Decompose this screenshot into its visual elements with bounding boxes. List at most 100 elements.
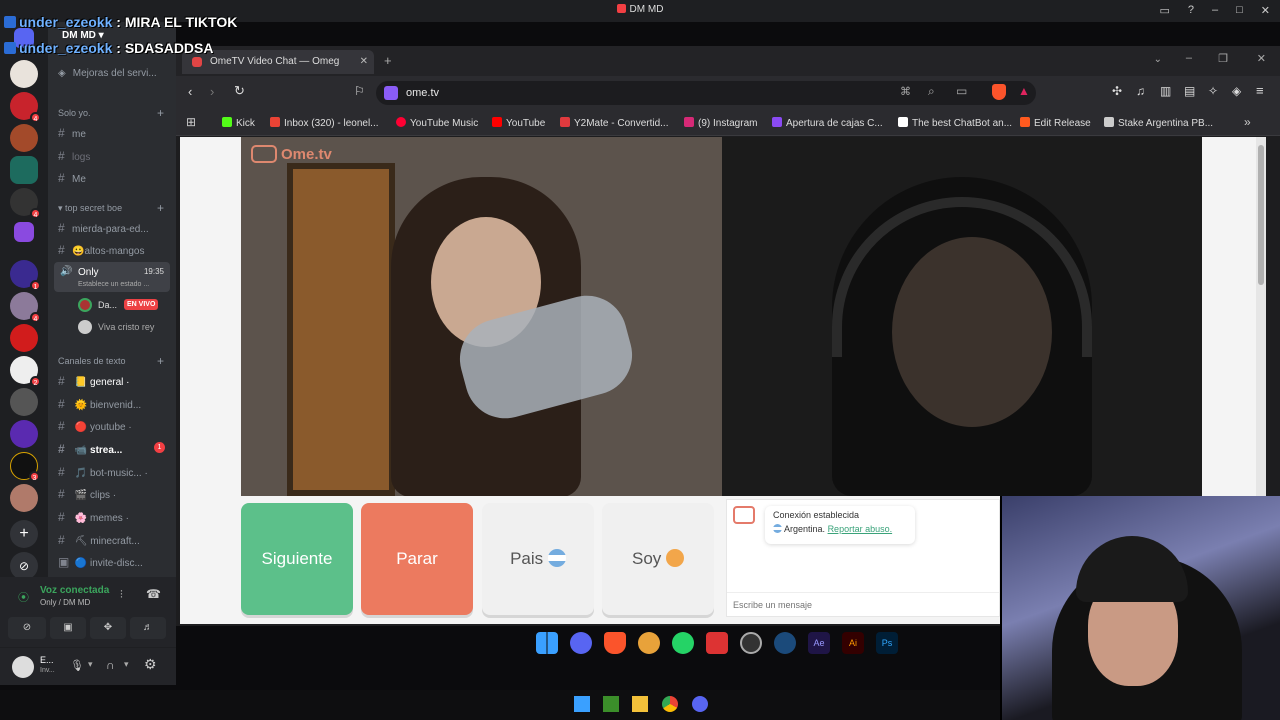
avatar[interactable] [12, 656, 34, 678]
maximize-button[interactable]: □ [1236, 4, 1243, 17]
category-solo[interactable]: Solo yo. [58, 108, 91, 118]
chevron-down-icon[interactable]: ▾ [124, 659, 129, 670]
wallet-icon[interactable]: ▤ [1184, 84, 1195, 98]
windows-start-icon[interactable] [574, 696, 590, 712]
close-button[interactable]: ✕ [1261, 4, 1270, 17]
cast-icon[interactable]: ▭ [956, 84, 967, 98]
bookmark-chatbot[interactable]: The best ChatBot an... [898, 117, 1012, 129]
bookmark-icon[interactable]: ⚐ [354, 84, 365, 98]
server-icon[interactable] [10, 420, 38, 448]
channel-item[interactable]: # 🎬 clips · [58, 487, 116, 501]
inbox-icon[interactable]: ▭ [1159, 4, 1169, 17]
bookmark-gmail[interactable]: Inbox (320) - leonel... [270, 117, 379, 129]
help-icon[interactable]: ? [1188, 4, 1194, 17]
steam-icon[interactable] [774, 632, 796, 654]
server-folder-icon[interactable] [14, 222, 34, 242]
server-icon[interactable] [10, 156, 38, 184]
app-icon[interactable] [638, 632, 660, 654]
gear-icon[interactable]: ⚙ [144, 656, 157, 673]
next-button[interactable]: Siguiente [241, 503, 353, 615]
forward-icon[interactable]: › [210, 84, 214, 99]
minimize-button[interactable]: – [1212, 4, 1218, 17]
xbox-icon[interactable] [603, 696, 619, 712]
server-icon[interactable] [10, 60, 38, 88]
activities-button[interactable]: ✥ [90, 617, 126, 639]
server-icon[interactable]: 1 [10, 260, 41, 291]
bookmark-apertura[interactable]: Apertura de cajas C... [772, 117, 883, 129]
menu-icon[interactable]: ≡ [1256, 83, 1264, 98]
channel-item[interactable]: ▣ 🔵 invite-disc... [58, 555, 143, 569]
whatsapp-icon[interactable] [672, 632, 694, 654]
noise-suppression-icon[interactable]: ⫶ [120, 589, 123, 602]
report-abuse-link[interactable]: Reportar abuso. [828, 524, 893, 534]
voice-channel-only[interactable]: 🔊 Only 19:35 Establece un estado ... [54, 262, 170, 292]
zoom-icon[interactable]: ⌕ [928, 84, 935, 99]
chevron-down-icon[interactable]: ▾ [88, 659, 93, 670]
message-input[interactable] [727, 592, 999, 616]
server-icon[interactable]: 3 [10, 452, 40, 482]
disconnect-icon[interactable]: ☎ [146, 587, 161, 601]
bookmark-youtube-music[interactable]: YouTube Music [396, 117, 478, 129]
extensions-icon[interactable]: ✣ [1112, 84, 1122, 98]
brave-icon[interactable] [604, 632, 626, 654]
channel-item[interactable]: # 🎵 bot-music... · [58, 465, 148, 479]
channel-item[interactable]: # mierda-para-ed... [58, 221, 149, 235]
channel-item[interactable]: # logs [58, 149, 90, 163]
channel-item[interactable]: # me [58, 126, 86, 140]
channel-item-general[interactable]: # 📒 general · [58, 374, 129, 388]
add-channel-icon[interactable]: + [157, 354, 164, 368]
after-effects-icon[interactable]: Ae [808, 632, 830, 654]
channel-item[interactable]: # 📹 strea... [58, 442, 122, 456]
screen-share-button[interactable]: ▣ [50, 617, 86, 639]
discord-icon[interactable] [692, 696, 708, 712]
country-button[interactable]: Pais [482, 503, 594, 615]
leo-ai-icon[interactable]: ✧ [1208, 84, 1218, 98]
bookmark-instagram[interactable]: (9) Instagram [684, 117, 757, 129]
microphone-icon[interactable]: 🎙 [70, 659, 84, 672]
channel-item[interactable]: # 😀altos-mangos [58, 243, 144, 257]
bookmark-edit-release[interactable]: Edit Release [1020, 117, 1091, 129]
server-icon[interactable] [10, 324, 38, 352]
add-server-icon[interactable]: + [10, 520, 38, 548]
bookmark-youtube[interactable]: YouTube [492, 117, 545, 129]
maximize-button[interactable]: ❐ [1218, 52, 1228, 65]
reload-icon[interactable]: ↻ [234, 83, 245, 99]
channel-item[interactable]: # 🔴 youtube · [58, 419, 132, 433]
more-bookmarks-icon[interactable]: » [1244, 115, 1251, 129]
url-input[interactable]: ome.tv [376, 81, 1036, 105]
server-icon[interactable] [10, 124, 38, 152]
voice-member[interactable]: Viva cristo rey [78, 320, 174, 336]
apps-grid-icon[interactable]: ⊞ [186, 115, 196, 129]
server-icon[interactable] [10, 388, 38, 416]
add-channel-icon[interactable]: + [157, 106, 164, 120]
chrome-icon[interactable] [662, 696, 678, 712]
illustrator-icon[interactable]: Ai [842, 632, 864, 654]
discord-icon[interactable] [570, 632, 592, 654]
obs-icon[interactable] [740, 632, 762, 654]
server-boost-link[interactable]: ◈ Mejoras del servi... [58, 68, 157, 79]
bookmark-stake[interactable]: Stake Argentina PB... [1104, 117, 1213, 129]
channel-item[interactable]: # 🌸 memes · [58, 510, 129, 524]
sidebar-icon[interactable]: ▥ [1160, 84, 1171, 98]
file-explorer-icon[interactable] [632, 696, 648, 712]
channel-item[interactable]: # 🌞 bienvenid... [58, 397, 141, 411]
brave-shield-icon[interactable] [992, 84, 1006, 100]
category-text-channels[interactable]: Canales de texto [58, 356, 126, 366]
server-icon[interactable]: 4 [10, 92, 41, 123]
bookmark-kick[interactable]: Kick [222, 117, 255, 129]
new-tab-icon[interactable]: + [384, 53, 392, 68]
scrollbar-thumb[interactable] [1258, 145, 1264, 285]
tab-search-icon[interactable]: ⌄ [1154, 54, 1162, 65]
channel-item[interactable]: # Me [58, 171, 86, 185]
windows-start-icon[interactable] [536, 632, 558, 654]
close-button[interactable]: ✕ [1257, 52, 1266, 65]
server-icon[interactable]: 4 [10, 292, 41, 323]
bookmark-y2mate[interactable]: Y2Mate - Convertid... [560, 117, 668, 129]
headset-icon[interactable]: ∩ [106, 658, 115, 672]
brave-rewards-icon[interactable]: ▲ [1018, 84, 1030, 98]
voice-member[interactable]: Da... EN VIVO [78, 298, 168, 314]
back-icon[interactable]: ‹ [188, 84, 192, 99]
snip-tool-icon[interactable] [706, 632, 728, 654]
category-top-secret[interactable]: ▾ top secret boe [58, 203, 122, 214]
server-icon[interactable]: 4 [10, 188, 41, 219]
